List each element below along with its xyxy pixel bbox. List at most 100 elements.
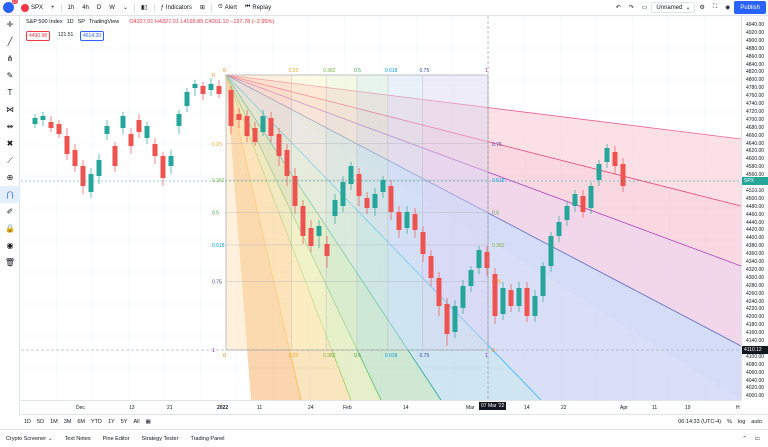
tab-pine-editor[interactable]: Pine Editor [97,436,136,442]
publish-button[interactable]: Publish [734,1,766,14]
auto-toggle[interactable]: auto [751,419,762,425]
buy-price-box[interactable]: 4614.39 [80,31,105,41]
remove-icon[interactable]: ✖ [0,135,20,152]
candle-body [260,116,266,132]
lock-icon[interactable]: 🔒 [0,220,20,237]
price-tick: 4640.00 [746,140,765,147]
chart-legend: S&P 500 Index 1D SP TradingView O4327.01… [26,19,274,25]
clock[interactable]: 06:14:33 (UTC-4) [678,419,721,425]
candle-body [236,114,242,120]
range-5y[interactable]: 5Y [118,419,131,425]
templates-button[interactable]: ⊞ [196,0,209,16]
fib-top-label: 1 [485,68,488,74]
candle-body [228,90,234,126]
crosshair-price-label: 4110.12 [742,346,768,354]
alert-button[interactable]: ⏲ Alert [214,0,241,16]
calendar-icon[interactable]: ▦ [143,419,154,425]
redo-button[interactable]: ↷ [625,0,638,16]
candle-body [184,92,190,106]
candle-body [32,118,38,124]
sell-price-box[interactable]: 4490.98 [26,31,51,41]
crosshair-icon[interactable]: ✛ [0,16,20,33]
candle-body [348,166,354,184]
candle-body [596,164,602,180]
maximize-icon[interactable]: ▭ [755,436,760,442]
pattern-icon[interactable]: ⋈ [0,101,20,118]
tab-strategy-tester[interactable]: Strategy Tester [136,436,185,442]
user-avatar[interactable]: 12 [3,0,18,13]
interval-dropdown[interactable]: ⌄ [119,0,132,16]
range-1m[interactable]: 1M [47,419,61,425]
text-icon[interactable]: T [0,84,20,101]
grid-icon: ⊞ [199,5,205,11]
tab-text-notes[interactable]: Text Notes [59,436,97,442]
brush-icon[interactable]: ✎ [0,67,20,84]
range-6m[interactable]: 6M [74,419,88,425]
price-tick: 4440.00 [746,219,765,226]
layout-name-button[interactable]: Unnamed ⌄ [651,2,696,13]
range-3m[interactable]: 3M [61,419,75,425]
candle-body [128,134,134,146]
candle-body [572,194,578,206]
legend-source: TradingView [88,19,120,25]
candle-body [284,150,290,176]
range-5d[interactable]: 5D [34,419,47,425]
price-tick: 4760.00 [746,93,765,100]
fullscreen-button[interactable]: ⛶ [709,0,721,16]
trash-icon[interactable]: 🗑 [0,254,20,271]
tab-crypto-screener[interactable]: Crypto Screener ⌄ [0,436,59,442]
candle-body [508,290,514,306]
range-1y[interactable]: 1Y [105,419,118,425]
candle-body [484,252,490,268]
range-bar: 1D 5D 1M 3M 6M YTD 1Y 5Y All ▦ 06:14:33 (UTC-4) %… [21,414,768,428]
candle-body [160,156,166,178]
tab-trading-panel[interactable]: Trading Panel [184,436,230,442]
interval-4h[interactable]: 4h [78,0,93,16]
time-tick: 14 [524,405,530,411]
indicators-icon: ƒ [160,4,164,11]
layout-button[interactable]: ▭ [638,0,652,16]
price-tick: 4680.00 [746,124,765,131]
layout-name: Unnamed [656,4,683,11]
price-tick: 4460.00 [746,211,765,218]
candle-body [548,236,554,266]
interval-1h[interactable]: 1h [64,0,79,16]
stay-drawing-icon[interactable]: ✐ [0,203,20,220]
price-axis[interactable]: 4000.00 4020.00 4040.00 4060.00 4080.00 4100.… [741,16,768,400]
collapse-icon[interactable]: ⌃ [742,436,747,442]
fib-left-label: 0.25 [212,142,222,148]
replay-button[interactable]: ⏮ Replay [241,0,275,16]
compare-button[interactable]: + [47,0,59,16]
fib-top-label: 0 [223,68,226,74]
range-all[interactable]: All [130,419,142,425]
time-axis[interactable]: H 19 11 Apr 22 14 Mar 14 Feb 24 11 2022 21 13 Dec 07 M… [21,400,741,414]
snapshot-button[interactable]: ◉ [721,0,734,16]
candle-body [144,126,150,138]
undo-button[interactable]: ↶ [612,0,625,16]
price-tick: 4260.00 [746,290,765,297]
trend-line-icon[interactable]: ╱ [0,33,20,50]
range-1d[interactable]: 1D [21,419,34,425]
interval-d[interactable]: D [93,0,105,16]
magnet-icon[interactable]: ⋂ [0,186,20,203]
symbol-search[interactable]: SPX [17,0,47,16]
spread-value: 121.51 [58,32,74,38]
interval-w[interactable]: W [105,0,119,16]
candle-body [252,128,258,142]
prediction-icon[interactable]: ⇹ [0,118,20,135]
log-toggle[interactable]: log [738,419,745,425]
range-ytd[interactable]: YTD [88,419,105,425]
price-chart[interactable]: 0 0.25 0.382 0.5 0.618 0.75 10 0.25 0.382 0.5 0.61… [21,16,741,400]
price-tick: 4220.00 [746,306,765,313]
settings-button[interactable]: ⚙ [695,0,708,16]
eye-icon[interactable]: ◉ [0,237,20,254]
percent-toggle[interactable]: % [727,419,732,425]
chart-type-button[interactable]: ▮▯ [137,0,152,16]
indicators-button[interactable]: ƒ Indicators [157,0,196,16]
zoom-icon[interactable]: ⊕ [0,169,20,186]
pitchfork-icon[interactable]: ⋔ [0,50,20,67]
measure-icon[interactable]: ⟋ [0,152,20,169]
price-tick: 4360.00 [746,251,765,258]
fib-right-label: 0.75 [492,142,502,148]
candle-body [396,212,402,230]
